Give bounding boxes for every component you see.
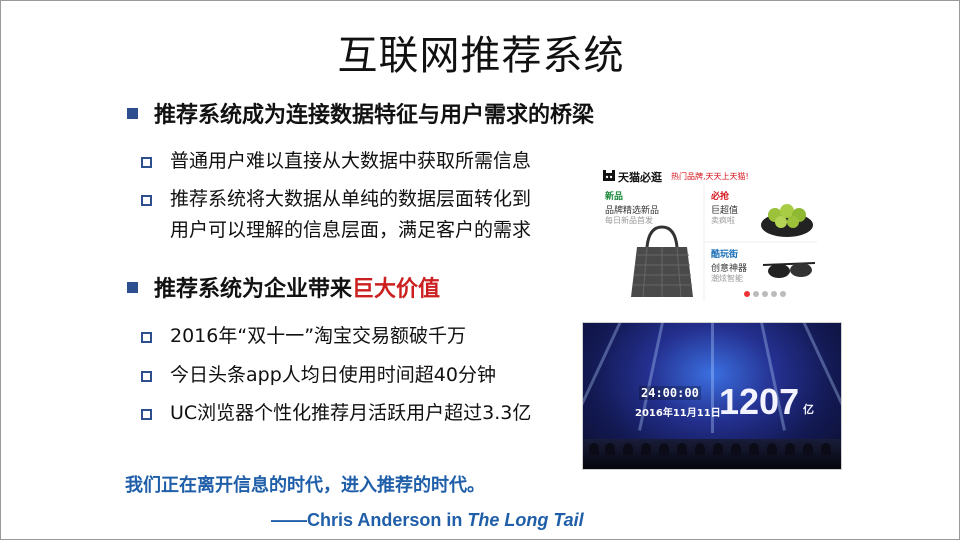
card-heading: 酷玩街 xyxy=(711,250,739,260)
attribution-work: The Long Tail xyxy=(467,510,584,530)
attribution-author: ——Chris Anderson in xyxy=(271,510,468,530)
sub-bullet-text: 2016年“双十一”淘宝交易额破千万 xyxy=(170,325,467,347)
sub-bullet-line: 用户可以理解的信息层面，满足客户的需求 xyxy=(170,219,532,241)
heading-2-text: 推荐系统为企业带来 xyxy=(154,277,353,302)
carousel-dots[interactable] xyxy=(744,291,786,297)
card-subline: 潮炫智能 xyxy=(711,274,743,283)
card-subline: 卖疯啦 xyxy=(711,216,735,225)
hollow-square-bullet-icon xyxy=(141,157,152,168)
double-eleven-stage-image: 24:00:00 2016年11月11日 1207 亿 xyxy=(582,322,842,470)
quote-text: 我们正在离开信息的时代，进入推荐的时代。 xyxy=(125,475,485,496)
sub-bullet-text: 推荐系统将大数据从单纯的数据层面转化到 用户可以理解的信息层面，满足客户的需求 xyxy=(170,184,531,246)
heading-1-text: 推荐系统成为连接数据特征与用户需求的桥梁 xyxy=(154,103,595,128)
tote-bag-icon xyxy=(631,225,693,298)
sales-unit: 亿 xyxy=(803,403,814,416)
carousel-dot-active[interactable] xyxy=(744,291,750,297)
sub-bullet: UC浏览器个性化推荐月活跃用户超过3.3亿 xyxy=(141,398,531,429)
quote-attribution: ——Chris Anderson in The Long Tail xyxy=(271,510,584,531)
hollow-square-bullet-icon xyxy=(141,195,152,206)
card-heading: 新品 xyxy=(605,192,624,202)
tmall-recommendation-image: 天猫必逛 热门品牌,天天上天猫! 新品 品牌精选新品 每日新品首发 必抢 巨超值… xyxy=(599,167,817,301)
heading-2-highlight: 巨大价值 xyxy=(352,277,441,302)
light-beam xyxy=(583,323,626,423)
carousel-dot[interactable] xyxy=(753,291,759,297)
slide: 互联网推荐系统 推荐系统成为连接数据特征与用户需求的桥梁 普通用户难以直接从大数… xyxy=(0,0,960,540)
sales-amount: 1207 xyxy=(719,381,800,422)
sub-bullet-text: 今日头条app人均日使用时间超40分钟 xyxy=(170,364,496,386)
sub-bullet-text: UC浏览器个性化推荐月活跃用户超过3.3亿 xyxy=(170,402,532,424)
tmall-cat-icon xyxy=(603,170,615,181)
square-bullet-icon xyxy=(127,107,138,119)
heading-bullet-1: 推荐系统成为连接数据特征与用户需求的桥梁 xyxy=(127,97,594,129)
tmall-header: 天猫必逛 热门品牌,天天上天猫! xyxy=(599,167,817,185)
heading-bullet-2: 推荐系统为企业带来 巨大价值 xyxy=(127,271,440,303)
tmall-deals-card[interactable]: 必抢 巨超值 卖疯啦 xyxy=(705,185,817,241)
hollow-square-bullet-icon xyxy=(141,371,152,382)
sunglasses-icon xyxy=(762,262,816,278)
card-heading: 必抢 xyxy=(711,192,730,202)
hollow-square-bullet-icon xyxy=(141,409,152,420)
sub-bullet-line: 推荐系统将大数据从单纯的数据层面转化到 xyxy=(170,188,532,210)
square-bullet-icon xyxy=(127,281,138,293)
sub-bullet: 今日头条app人均日使用时间超40分钟 xyxy=(141,360,496,391)
event-date: 2016年11月11日 xyxy=(635,408,721,419)
sub-bullet: 2016年“双十一”淘宝交易额破千万 xyxy=(141,321,466,352)
sub-bullet: 推荐系统将大数据从单纯的数据层面转化到 用户可以理解的信息层面，满足客户的需求 xyxy=(141,184,531,246)
audience-crowd xyxy=(583,439,841,469)
carousel-dot[interactable] xyxy=(762,291,768,297)
hollow-square-bullet-icon xyxy=(141,332,152,343)
sub-bullet-text: 普通用户难以直接从大数据中获取所需信息 xyxy=(170,150,532,172)
countdown-clock: 24:00:00 xyxy=(639,386,701,400)
tmall-logo-text: 天猫必逛 xyxy=(618,171,662,184)
sub-bullet: 普通用户难以直接从大数据中获取所需信息 xyxy=(141,146,531,177)
green-peas-snack-icon xyxy=(761,204,813,237)
tmall-new-products-card[interactable]: 新品 品牌精选新品 每日新品首发 xyxy=(599,185,703,301)
carousel-dot[interactable] xyxy=(780,291,786,297)
tmall-slogan: 热门品牌,天天上天猫! xyxy=(671,172,749,181)
carousel-dot[interactable] xyxy=(771,291,777,297)
slide-title: 互联网推荐系统 xyxy=(337,33,625,79)
